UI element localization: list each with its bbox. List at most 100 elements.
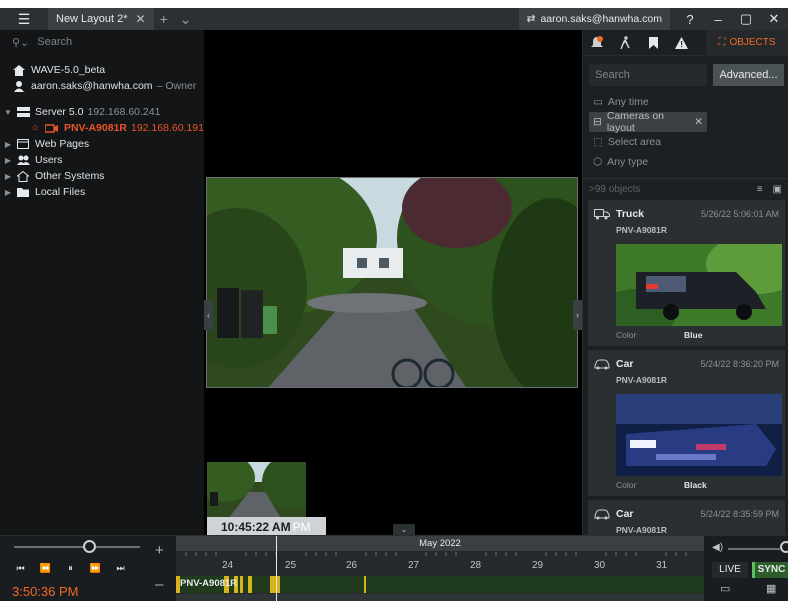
layout-viewport[interactable]: ‹ › 10:45:22 AM PM ⌄ (204, 30, 582, 536)
resource-search[interactable]: ⚲⌄ Search (0, 30, 204, 54)
sync-button[interactable]: SYNC (752, 562, 788, 578)
timeline-month: May 2022 (176, 536, 704, 551)
bell-icon (591, 36, 603, 47)
speed-slider-knob[interactable] (83, 540, 96, 553)
list-view-icon[interactable]: ≡ (757, 184, 763, 195)
other-systems-label: Other Systems (35, 170, 105, 182)
object-timestamp: 5/24/22 8:35:59 PM (700, 509, 779, 519)
user-chip[interactable]: ⇄ aaron.saks@hanwha.com (518, 8, 670, 30)
tab-events[interactable] (667, 30, 695, 56)
bookmark-icon (648, 36, 658, 49)
live-button[interactable]: LIVE (712, 562, 748, 578)
timeline-day: 27 (408, 560, 420, 571)
calendar-icon[interactable]: ▦ (766, 582, 776, 595)
right-panel-toggle[interactable]: › (573, 300, 582, 330)
zoom-in-button[interactable]: + (155, 542, 164, 559)
user-name: aaron.saks@hanwha.com (31, 80, 153, 92)
expand-arrow-icon[interactable]: ▶ (0, 172, 16, 181)
objects-search-row: Advanced... (583, 56, 788, 92)
expand-arrow-icon[interactable]: ▶ (0, 140, 16, 149)
tree-camera[interactable]: ○ PNV-A9081R 192.168.60.191 (0, 120, 204, 136)
pause-icon[interactable]: ⏸ (58, 563, 83, 574)
filter-area[interactable]: ⬚ Select area (583, 132, 788, 152)
volume-slider-knob[interactable] (780, 541, 788, 553)
home-icon (12, 64, 26, 76)
object-card[interactable]: Truck 5/26/22 5:06:01 AM PNV-A9081R Colo… (588, 200, 785, 346)
skip-back-icon[interactable]: ⏮ (8, 563, 33, 574)
filter-area-label: Select area (607, 136, 662, 148)
timeline-scrollbar[interactable] (176, 594, 704, 601)
current-time: 3:50:36 PM (12, 584, 79, 599)
zoom-out-button[interactable]: – (155, 576, 163, 593)
web-page-icon (16, 139, 30, 149)
close-button[interactable]: ✕ (760, 11, 788, 27)
tree-system[interactable]: WAVE-5.0_beta (0, 62, 204, 78)
timeline-ruler-icon[interactable]: ▭ (720, 582, 730, 595)
tree-web-pages[interactable]: ▶ Web Pages (0, 136, 204, 152)
warning-icon (674, 36, 688, 49)
advanced-button[interactable]: Advanced... (713, 64, 784, 86)
car-icon (594, 359, 610, 369)
object-thumbnail[interactable] (616, 394, 782, 476)
chevron-right-icon: › (576, 310, 579, 320)
maximize-button[interactable]: ▢ (732, 11, 760, 27)
help-button[interactable]: ? (676, 12, 704, 27)
user-email: aaron.saks@hanwha.com (540, 13, 662, 25)
user-icon (12, 80, 26, 92)
tab-motion[interactable] (611, 30, 639, 56)
tab-notifications[interactable] (583, 30, 611, 56)
close-tab-icon[interactable]: ✕ (136, 12, 146, 26)
tree-users[interactable]: ▶ Users (0, 152, 204, 168)
thumbnail-view-icon[interactable]: ▣ (773, 184, 782, 195)
camera-recording-track[interactable]: PNV-A9081R (176, 576, 704, 593)
tree-user[interactable]: aaron.saks@hanwha.com – Owner (0, 78, 204, 94)
calendar-icon: ▭ (593, 96, 603, 108)
local-files-label: Local Files (35, 186, 86, 198)
expand-arrow-icon[interactable]: ▼ (0, 108, 16, 117)
expand-arrow-icon[interactable]: ▶ (0, 188, 16, 197)
skip-forward-icon[interactable]: ⏭ (108, 563, 133, 574)
speed-slider-track[interactable] (14, 546, 140, 548)
expand-arrow-icon[interactable]: ▶ (0, 156, 16, 165)
timeline-ticks (185, 552, 687, 556)
clear-filter-icon[interactable]: ✕ (694, 116, 703, 128)
object-card[interactable]: Car 5/24/22 8:36:20 PM PNV-A9081R Color … (588, 350, 785, 496)
rewind-icon[interactable]: ⏪ (33, 563, 58, 574)
left-panel-toggle[interactable]: ‹ (204, 300, 213, 330)
filter-time[interactable]: ▭ Any time (583, 92, 788, 112)
main-menu-button[interactable]: ☰ (0, 8, 48, 30)
tab-bookmarks[interactable] (639, 30, 667, 56)
tab-objects[interactable]: ⛶ OBJECTS (706, 29, 788, 56)
select-area-icon: ⬚ (593, 136, 603, 148)
tree-server[interactable]: ▼ Server 5.0 192.168.60.241 (0, 104, 204, 120)
filter-type[interactable]: ⬡ Any type (583, 152, 788, 172)
app-window: ☰ New Layout 2* ✕ + ⌄ ⇄ aaron.saks@hanwh… (0, 0, 788, 601)
tabs-dropdown-icon[interactable]: ⌄ (174, 11, 198, 28)
object-type: Car (616, 358, 634, 370)
tree-local-files[interactable]: ▶ Local Files (0, 184, 204, 200)
volume-slider-track[interactable] (728, 548, 780, 550)
search-icon: ⚲⌄ (12, 36, 30, 49)
volume-icon[interactable]: ◀) (712, 542, 723, 553)
users-label: Users (35, 154, 63, 166)
timeline-day: 31 (656, 560, 668, 571)
system-name: WAVE-5.0_beta (31, 64, 106, 76)
camera-name: PNV-A9081R (63, 122, 127, 134)
thumbnail-time-suffix: PM (292, 519, 311, 534)
new-tab-button[interactable]: + (154, 11, 174, 27)
timeline-cursor[interactable] (276, 536, 277, 601)
object-thumbnail[interactable] (616, 244, 782, 326)
server-icon (16, 107, 30, 117)
timeline-body[interactable]: May 2022 24 25 26 27 28 29 30 31 PNV-A90… (176, 536, 704, 601)
camera-frame-image (207, 178, 577, 387)
tree-other-systems[interactable]: ▶ Other Systems (0, 168, 204, 184)
layout-tab[interactable]: New Layout 2* ✕ (48, 8, 154, 30)
camera-video-tile[interactable] (206, 177, 578, 388)
fast-forward-icon[interactable]: ⏩ (83, 563, 108, 574)
object-camera: PNV-A9081R (616, 375, 668, 385)
users-icon (16, 155, 30, 165)
object-card-title: Car (594, 508, 634, 520)
filter-cameras[interactable]: ⊟ Cameras on layout ✕ (589, 110, 707, 134)
minimize-button[interactable]: – (704, 12, 732, 27)
objects-search-input[interactable] (589, 64, 707, 86)
